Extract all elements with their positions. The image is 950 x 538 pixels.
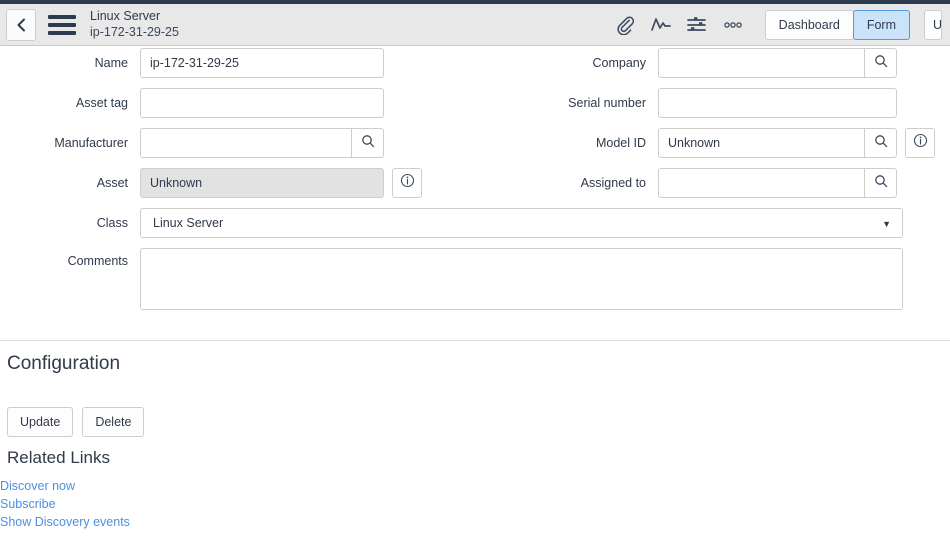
field-row-asset: Asset Unknown — [0, 168, 422, 198]
chevron-down-icon: ▼ — [882, 219, 891, 229]
activity-pulse-icon — [650, 15, 672, 35]
related-link-discover-now[interactable]: Discover now — [0, 477, 130, 495]
related-link-show-discovery-events[interactable]: Show Discovery events — [0, 513, 130, 531]
page-subtitle: ip-172-31-29-25 — [90, 24, 179, 39]
comments-textarea[interactable] — [140, 248, 903, 310]
header-actions: Dashboard Form U — [607, 9, 942, 40]
field-control-serial-number — [658, 88, 897, 118]
hamburger-bar-1 — [48, 14, 76, 19]
attachment-paperclip-icon — [615, 15, 635, 35]
manufacturer-lookup-button[interactable] — [351, 128, 384, 158]
hamburger-bar-2 — [48, 22, 76, 27]
activity-button[interactable] — [643, 10, 679, 40]
assigned-to-input[interactable] — [658, 168, 864, 198]
record-form: Name ip-172-31-29-25 Asset tag Manufactu… — [0, 46, 950, 356]
field-label-name: Name — [94, 56, 128, 70]
header-titles: Linux Server ip-172-31-29-25 — [90, 9, 179, 40]
field-label-assigned-to: Assigned to — [580, 176, 646, 190]
chevron-left-icon — [16, 18, 27, 32]
field-control-asset: Unknown — [140, 168, 422, 198]
model-id-lookup-button[interactable] — [864, 128, 897, 158]
field-row-serial-number: Serial number — [480, 88, 897, 118]
company-lookup-button[interactable] — [864, 48, 897, 78]
manufacturer-input[interactable] — [140, 128, 351, 158]
field-label-company: Company — [592, 56, 647, 70]
related-links-heading: Related Links — [7, 448, 111, 467]
field-control-name: ip-172-31-29-25 — [140, 48, 384, 78]
name-input[interactable]: ip-172-31-29-25 — [140, 48, 384, 78]
field-row-manufacturer: Manufacturer — [0, 128, 384, 158]
info-circle-icon — [400, 173, 415, 193]
field-row-name: Name ip-172-31-29-25 — [0, 48, 384, 78]
field-control-assigned-to — [658, 168, 897, 198]
field-label-serial-number: Serial number — [568, 96, 646, 110]
field-row-model-id: Model ID Unknown — [480, 128, 935, 158]
field-control-asset-tag — [140, 88, 384, 118]
dashboard-view-button[interactable]: Dashboard — [764, 9, 854, 40]
section-divider — [0, 340, 950, 341]
info-circle-icon — [913, 133, 928, 153]
field-row-company: Company — [480, 48, 897, 78]
field-row-class: Class Linux Server ▼ — [0, 208, 903, 238]
model-id-info-button[interactable] — [905, 128, 935, 158]
field-control-model-id: Unknown — [658, 128, 935, 158]
field-label-model-id: Model ID — [595, 136, 646, 150]
field-label-comments: Comments — [67, 254, 128, 268]
related-links-list: Discover now Subscribe Show Discovery ev… — [0, 477, 130, 531]
update-button[interactable]: Update — [7, 407, 74, 437]
class-select[interactable]: Linux Server — [140, 208, 903, 238]
delete-button[interactable]: Delete — [82, 407, 145, 437]
view-toggle-group: Dashboard Form — [764, 9, 910, 40]
field-label-asset: Asset — [96, 176, 128, 190]
more-options-button[interactable] — [715, 10, 751, 40]
search-magnifier-icon — [874, 134, 888, 153]
search-magnifier-icon — [874, 54, 888, 73]
field-row-asset-tag: Asset tag — [0, 88, 384, 118]
search-magnifier-icon — [874, 174, 888, 193]
field-label-asset-tag: Asset tag — [75, 96, 128, 110]
assigned-to-lookup-button[interactable] — [864, 168, 897, 198]
asset-tag-input[interactable] — [140, 88, 384, 118]
attachment-button[interactable] — [607, 10, 643, 40]
asset-input: Unknown — [140, 168, 384, 198]
field-row-assigned-to: Assigned to — [480, 168, 897, 198]
back-button[interactable] — [6, 8, 36, 41]
field-row-comments: Comments — [0, 248, 903, 310]
company-input[interactable] — [658, 48, 864, 78]
field-label-class: Class — [96, 216, 128, 230]
form-view-button[interactable]: Form — [852, 9, 910, 40]
asset-info-button[interactable] — [392, 168, 422, 198]
page-title: Linux Server — [90, 9, 161, 24]
hamburger-bar-3 — [48, 30, 76, 35]
field-label-manufacturer: Manufacturer — [54, 136, 128, 150]
configuration-heading: Configuration — [7, 353, 121, 374]
field-control-manufacturer — [140, 128, 384, 158]
personalize-form-button[interactable] — [679, 10, 715, 40]
app-header: Linux Server ip-172-31-29-25 Dashboard F… — [0, 4, 950, 46]
more-options-icon — [722, 21, 744, 29]
update-button-header[interactable]: U — [924, 9, 942, 40]
configuration-actions: Update Delete — [7, 407, 145, 437]
field-control-company — [658, 48, 897, 78]
model-id-input[interactable]: Unknown — [658, 128, 864, 158]
search-magnifier-icon — [361, 134, 375, 153]
hamburger-menu-icon[interactable] — [48, 14, 76, 36]
related-link-subscribe[interactable]: Subscribe — [0, 495, 130, 513]
sliders-settings-icon — [686, 15, 708, 35]
serial-number-input[interactable] — [658, 88, 897, 118]
